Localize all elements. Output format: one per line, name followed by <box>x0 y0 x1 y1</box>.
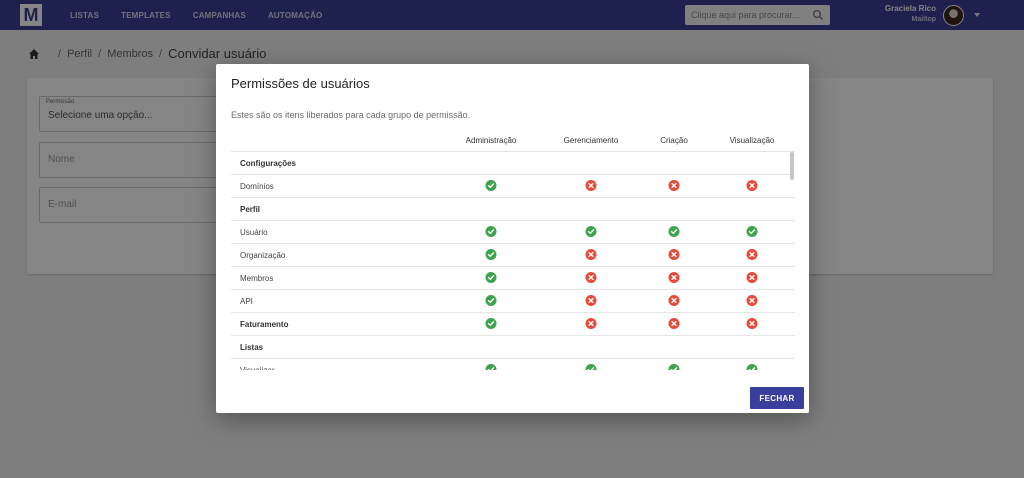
row-label: Domínios <box>240 182 274 191</box>
row-label: API <box>240 297 253 306</box>
table-header: Administração Gerenciamento Criação Visu… <box>231 130 795 152</box>
check-circle-icon <box>746 364 758 370</box>
cross-circle-icon <box>746 249 758 260</box>
row-label: Perfil <box>240 205 261 214</box>
cross-circle-icon <box>585 180 597 191</box>
check-circle-icon <box>485 272 497 283</box>
permissions-dialog: Permissões de usuários Estes são os iten… <box>216 64 809 413</box>
cross-circle-icon <box>746 318 758 329</box>
table-row: Visualizar <box>231 359 795 370</box>
cross-circle-icon <box>585 272 597 283</box>
row-label: Faturamento <box>240 320 289 329</box>
dialog-title: Permissões de usuários <box>231 76 370 91</box>
cross-circle-icon <box>668 249 680 260</box>
column-header-administracao: Administração <box>465 136 517 145</box>
close-button[interactable]: FECHAR <box>750 387 804 409</box>
cross-circle-icon <box>746 295 758 306</box>
cross-circle-icon <box>585 249 597 260</box>
table-row: Faturamento <box>231 313 795 336</box>
check-circle-icon <box>485 364 497 370</box>
table-body: Configurações Domínios Perfil Usuário Organi… <box>231 152 795 370</box>
cross-circle-icon <box>668 318 680 329</box>
cross-circle-icon <box>746 272 758 283</box>
row-label: Membros <box>240 274 274 283</box>
cross-circle-icon <box>585 295 597 306</box>
table-row: Usuário <box>231 221 795 244</box>
check-circle-icon <box>485 226 497 237</box>
column-header-gerenciamento: Gerenciamento <box>563 136 619 145</box>
cross-circle-icon <box>585 318 597 329</box>
dialog-description: Estes são os itens liberados para cada g… <box>231 110 471 120</box>
table-row: Organização <box>231 244 795 267</box>
row-label: Listas <box>240 343 264 352</box>
row-label: Configurações <box>240 159 297 168</box>
row-label: Organização <box>240 251 286 260</box>
table-row: Perfil <box>231 198 795 221</box>
check-circle-icon <box>585 364 597 370</box>
check-circle-icon <box>668 364 680 370</box>
check-circle-icon <box>485 318 497 329</box>
table-row: Listas <box>231 336 795 359</box>
table-row: Membros <box>231 267 795 290</box>
column-header-criacao: Criação <box>660 136 688 145</box>
cross-circle-icon <box>668 180 680 191</box>
check-circle-icon <box>668 226 680 237</box>
row-label: Usuário <box>240 228 268 237</box>
permissions-table: Administração Gerenciamento Criação Visu… <box>231 130 795 370</box>
table-row: Configurações <box>231 152 795 175</box>
column-header-visualizacao: Visualização <box>729 136 775 145</box>
table-scrollbar[interactable] <box>790 152 794 180</box>
cross-circle-icon <box>668 295 680 306</box>
check-circle-icon <box>746 226 758 237</box>
cross-circle-icon <box>746 180 758 191</box>
check-circle-icon <box>485 295 497 306</box>
cross-circle-icon <box>668 272 680 283</box>
check-circle-icon <box>585 226 597 237</box>
check-circle-icon <box>485 180 497 191</box>
check-circle-icon <box>485 249 497 260</box>
table-row: API <box>231 290 795 313</box>
row-label: Visualizar <box>240 366 275 370</box>
table-row: Domínios <box>231 175 795 198</box>
